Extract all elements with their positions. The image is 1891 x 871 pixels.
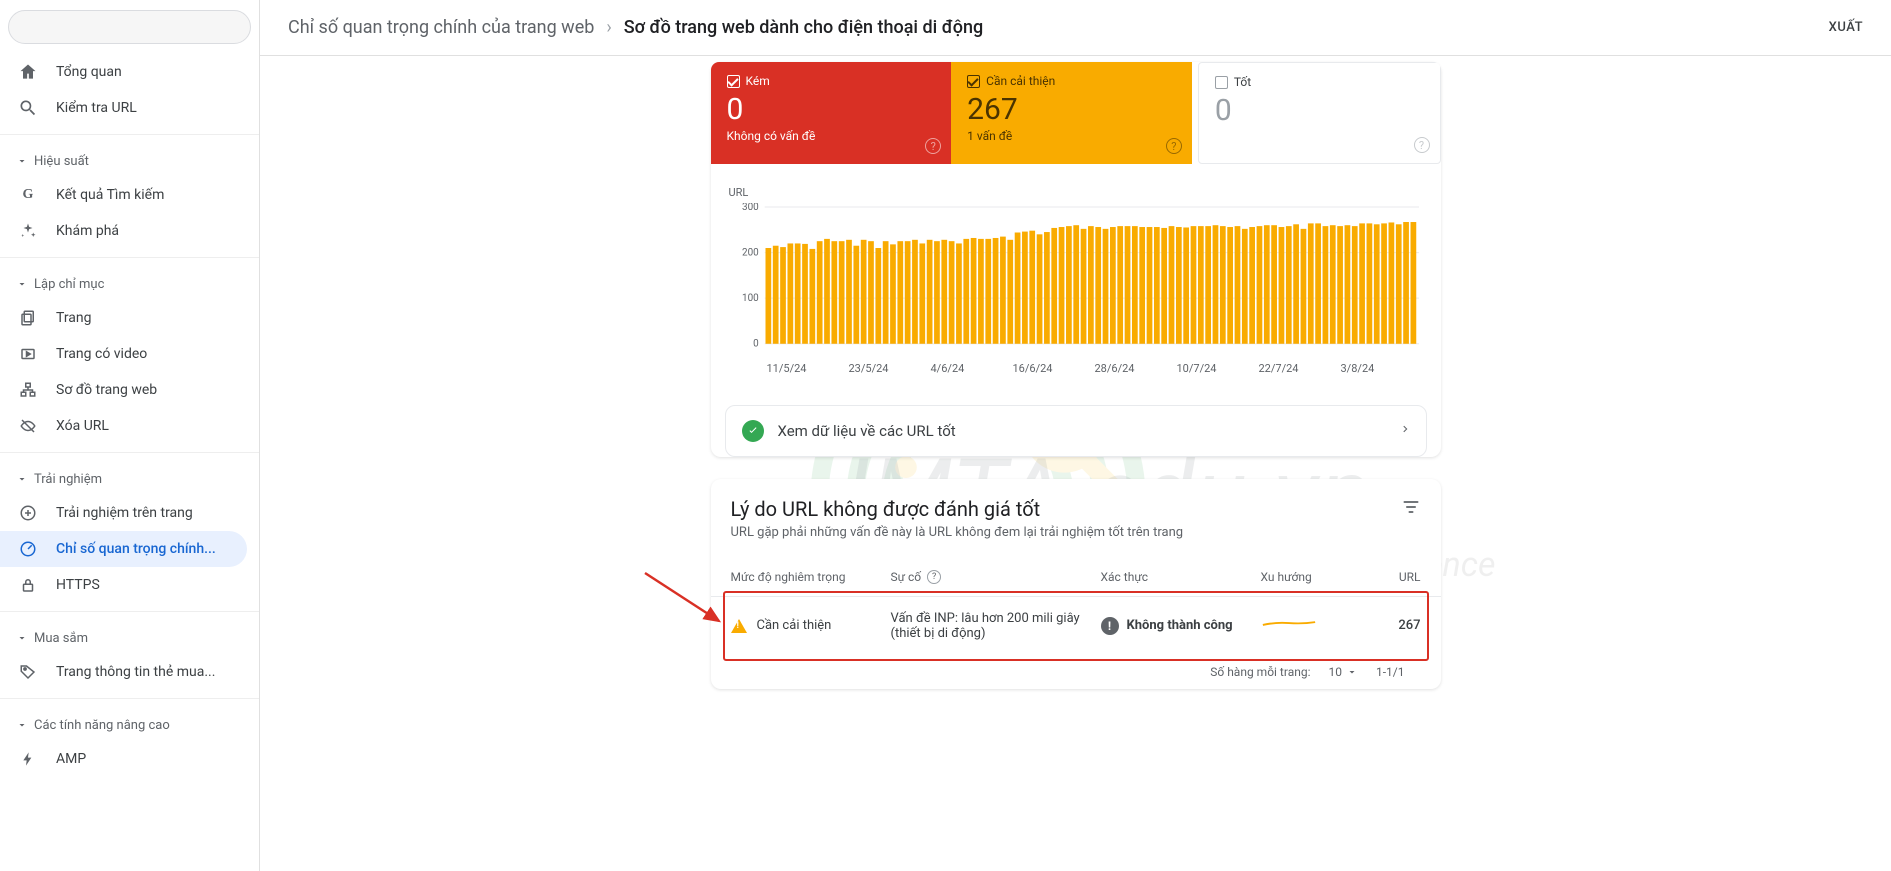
nav-pages[interactable]: Trang: [0, 300, 247, 336]
nav-https[interactable]: HTTPS: [0, 567, 247, 603]
table-row[interactable]: Cần cải thiện Vấn đề INP: lâu hơn 200 mi…: [711, 597, 1441, 655]
trend-sparkline: [1261, 619, 1317, 629]
breadcrumb-parent[interactable]: Chỉ số quan trọng chính của trang web: [288, 17, 594, 38]
status-chart-card: Kém 0 Không có vấn đề ? Cần cải thiện 26…: [711, 62, 1441, 457]
group-enhancements[interactable]: Các tính năng nâng cao: [0, 709, 259, 741]
content: IMTA.edu.vn Internet Marketing Target Au…: [260, 56, 1891, 871]
status-good-value: 0: [1215, 93, 1424, 128]
arrow-down-icon: [1152, 570, 1166, 584]
search-icon: [18, 98, 38, 118]
group-shopping[interactable]: Mua sắm: [0, 622, 259, 654]
reasons-subtitle: URL gặp phải những vấn đề này là URL khô…: [731, 525, 1421, 540]
reasons-card: Lý do URL không được đánh giá tốt URL gặ…: [711, 479, 1441, 689]
rows-per-page[interactable]: 10: [1329, 665, 1359, 679]
nav-label: Kiểm tra URL: [56, 100, 137, 116]
video-icon: [18, 344, 38, 364]
status-good[interactable]: Tốt 0 ?: [1198, 62, 1441, 164]
nav-amp[interactable]: AMP: [0, 741, 247, 777]
bolt-icon: [18, 749, 38, 769]
bar-chart: 0 100 200 300: [729, 203, 1423, 352]
status-improve[interactable]: Cần cải thiện 267 1 vấn đề ?: [951, 62, 1192, 164]
group-experience[interactable]: Trải nghiệm: [0, 463, 259, 495]
tag-icon: [18, 662, 38, 682]
lock-icon: [18, 575, 38, 595]
nav-video-pages[interactable]: Trang có video: [0, 336, 247, 372]
chart-area: URL 0 100 200 300 11/5/2423/5/244/6/2416/6/…: [711, 164, 1441, 385]
topbar: Chỉ số quan trọng chính của trang web › …: [260, 0, 1891, 56]
eye-off-icon: [18, 416, 38, 436]
home-icon: [18, 62, 38, 82]
check-circle-icon: [742, 420, 764, 442]
main-area: Chỉ số quan trọng chính của trang web › …: [260, 0, 1891, 871]
warning-triangle-icon: [731, 619, 747, 633]
svg-text:0: 0: [753, 339, 759, 350]
export-button[interactable]: XUẤT: [1805, 19, 1863, 37]
sidebar: Tổng quan Kiểm tra URL Hiệu suất GKết qu…: [0, 0, 260, 871]
status-poor-value: 0: [727, 92, 936, 127]
col-url[interactable]: URL: [1371, 570, 1421, 584]
sitemap-icon: [18, 380, 38, 400]
svg-text:100: 100: [742, 293, 759, 304]
chart-y-label: URL: [729, 186, 1423, 199]
col-issue[interactable]: Sự cố?: [891, 570, 1101, 584]
svg-text:300: 300: [742, 203, 759, 213]
download-icon: [1805, 19, 1823, 37]
nav-removals[interactable]: Xóa URL: [0, 408, 247, 444]
nav-sitemaps[interactable]: Sơ đồ trang web: [0, 372, 247, 408]
help-icon[interactable]: ?: [1166, 138, 1182, 154]
help-icon[interactable]: ?: [927, 570, 941, 584]
table-header: Mức độ nghiêm trọng Sự cố? Xác thực Xu h…: [711, 540, 1441, 597]
svg-text:200: 200: [742, 248, 759, 259]
nav-core-web-vitals[interactable]: Chỉ số quan trọng chính...: [0, 531, 247, 567]
chart-x-ticks: 11/5/2423/5/244/6/2416/6/2428/6/2410/7/2…: [767, 362, 1423, 375]
help-icon[interactable]: ?: [925, 138, 941, 154]
nav-discover[interactable]: Khám phá: [0, 213, 247, 249]
col-validation[interactable]: Xác thực: [1101, 570, 1261, 584]
google-icon: G: [18, 185, 38, 205]
nav-search-results[interactable]: GKết quả Tìm kiếm: [0, 177, 247, 213]
status-poor[interactable]: Kém 0 Không có vấn đề ?: [711, 62, 952, 164]
help-icon[interactable]: ?: [1414, 137, 1430, 153]
group-performance[interactable]: Hiệu suất: [0, 145, 259, 177]
error-circle-icon: !: [1101, 617, 1119, 635]
page-range: 1-1/1: [1376, 665, 1405, 679]
plus-circle-icon: [18, 503, 38, 523]
view-good-urls-link[interactable]: Xem dữ liệu về các URL tốt: [725, 405, 1427, 457]
pagination: Số hàng mỗi trang: 10 1-1/1: [731, 655, 1421, 689]
breadcrumb: Chỉ số quan trọng chính của trang web › …: [288, 17, 1805, 38]
reasons-title: Lý do URL không được đánh giá tốt: [731, 497, 1421, 521]
checkbox-good-icon: [1215, 76, 1228, 89]
col-trend[interactable]: Xu hướng: [1261, 570, 1371, 584]
nav-url-inspection[interactable]: Kiểm tra URL: [0, 90, 247, 126]
nav-page-experience[interactable]: Trải nghiệm trên trang: [0, 495, 247, 531]
filter-icon[interactable]: [1401, 497, 1421, 521]
pages-icon: [18, 308, 38, 328]
nav-overview[interactable]: Tổng quan: [0, 54, 247, 90]
checkbox-improve-icon: [967, 75, 980, 88]
sparkle-icon: [18, 221, 38, 241]
chevron-right-icon: [1400, 422, 1410, 440]
col-severity[interactable]: Mức độ nghiêm trọng: [731, 570, 891, 584]
chevron-down-icon: [1346, 666, 1358, 678]
checkbox-poor-icon: [727, 75, 740, 88]
nav-label: Tổng quan: [56, 64, 122, 80]
status-improve-value: 267: [967, 92, 1176, 127]
group-indexing[interactable]: Lập chỉ mục: [0, 268, 259, 300]
breadcrumb-current: Sơ đồ trang web dành cho điện thoại di đ…: [624, 17, 983, 38]
speed-icon: [18, 539, 38, 559]
nav-merchant-listing[interactable]: Trang thông tin thẻ mua...: [0, 654, 247, 690]
property-selector[interactable]: [8, 10, 251, 44]
